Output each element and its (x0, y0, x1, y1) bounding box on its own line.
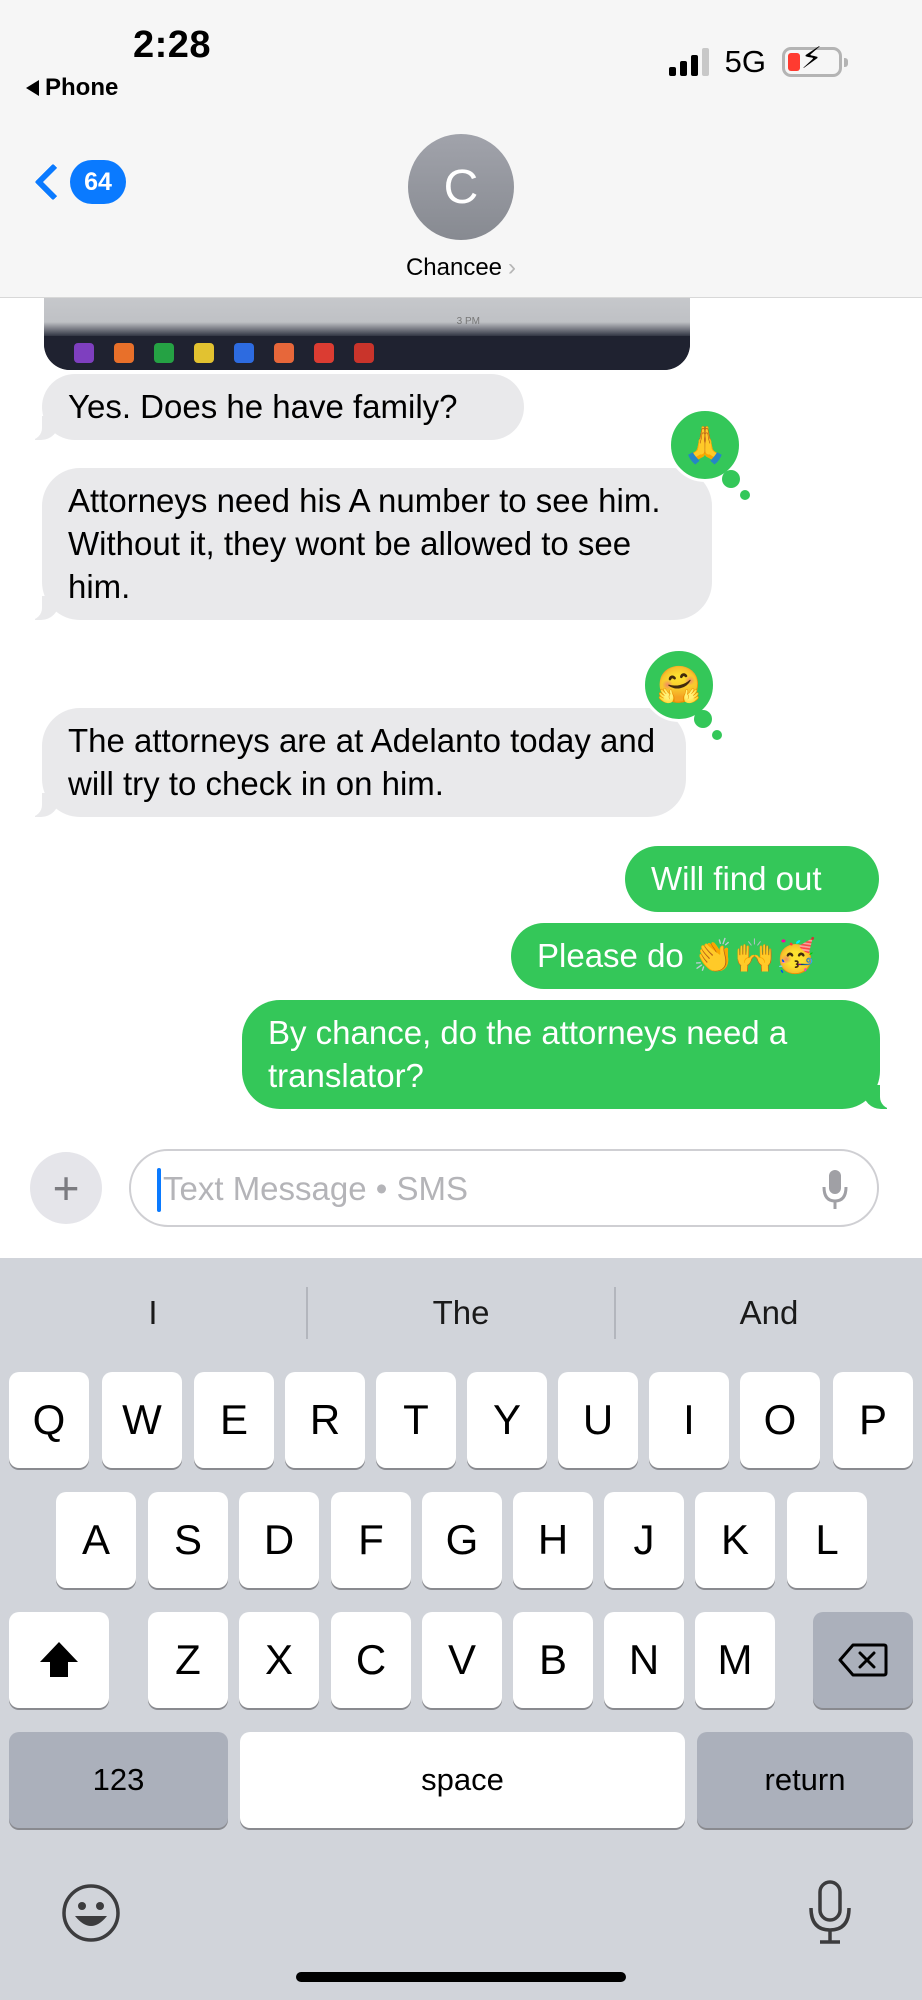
numbers-key[interactable]: 123 (9, 1732, 228, 1828)
tapback-tail (740, 490, 750, 500)
message-text: The attorneys are at Adelanto today and … (68, 722, 656, 802)
shift-key[interactable] (9, 1612, 109, 1708)
key-i[interactable]: I (649, 1372, 729, 1468)
chevron-left-icon (34, 163, 72, 201)
suggestion-1[interactable]: I (0, 1294, 306, 1332)
chevron-right-icon: › (508, 254, 517, 281)
key-b[interactable]: B (513, 1612, 593, 1708)
key-e[interactable]: E (194, 1372, 274, 1468)
key-o[interactable]: O (740, 1372, 820, 1468)
emoji-icon[interactable] (60, 1882, 122, 1944)
key-t[interactable]: T (376, 1372, 456, 1468)
message-input-field[interactable] (129, 1149, 879, 1227)
message-text: Yes. Does he have family? (68, 388, 458, 425)
message-bubble-outgoing[interactable]: Will find out (625, 846, 879, 912)
back-to-app-link[interactable]: Phone (26, 74, 118, 102)
key-x[interactable]: X (239, 1612, 319, 1708)
phone-back-icon (26, 80, 39, 96)
dictation-icon[interactable] (806, 1880, 854, 1946)
network-type: 5G (724, 44, 766, 79)
key-r[interactable]: R (285, 1372, 365, 1468)
message-text: Attorneys need his A number to see him. … (68, 482, 661, 605)
message-bubble-outgoing[interactable]: By chance, do the attorneys need a trans… (242, 1000, 892, 1109)
message-text: Please do 👏🙌🥳 (537, 937, 817, 974)
tapback-tail (722, 470, 740, 488)
key-n[interactable]: N (604, 1612, 684, 1708)
conversation-header: 2:28 Phone 5G ⚡ 64 C Chancee › (0, 0, 922, 298)
contact-name: Chancee (405, 254, 503, 281)
key-q[interactable]: Q (9, 1372, 89, 1468)
predictive-bar: I The And (0, 1258, 922, 1368)
key-m[interactable]: M (695, 1612, 775, 1708)
unread-count-badge: 64 (70, 160, 126, 204)
key-z[interactable]: Z (148, 1612, 228, 1708)
key-h[interactable]: H (513, 1492, 593, 1588)
key-j[interactable]: J (604, 1492, 684, 1588)
key-l[interactable]: L (787, 1492, 867, 1588)
space-key[interactable]: space (240, 1732, 685, 1828)
status-time: 2:28 (133, 24, 212, 66)
key-f[interactable]: F (331, 1492, 411, 1588)
plus-icon: + (52, 1162, 80, 1214)
message-text: Will find out (651, 860, 822, 897)
key-s[interactable]: S (148, 1492, 228, 1588)
status-indicators: 5G ⚡ (668, 44, 848, 80)
back-app-label: Phone (45, 74, 119, 101)
key-u[interactable]: U (558, 1372, 638, 1468)
key-p[interactable]: P (833, 1372, 913, 1468)
photo-taskbar (44, 336, 690, 370)
keyboard: I The And Q W E R T Y U I O P A S D F G … (0, 1258, 922, 2000)
shift-icon (40, 1642, 78, 1677)
add-attachment-button[interactable]: + (30, 1152, 102, 1224)
message-bubble-incoming[interactable]: Attorneys need his A number to see him. … (30, 468, 712, 620)
tapback-tail (712, 730, 722, 740)
contact-name-button[interactable]: Chancee › (0, 254, 922, 282)
key-a[interactable]: A (56, 1492, 136, 1588)
text-cursor (157, 1168, 161, 1212)
home-indicator[interactable] (296, 1972, 626, 1982)
hug-emoji-icon: 🤗 (656, 664, 702, 705)
message-bubble-incoming[interactable]: Yes. Does he have family? (30, 374, 524, 440)
key-d[interactable]: D (239, 1492, 319, 1588)
message-input[interactable] (163, 1163, 803, 1215)
message-bubble-incoming[interactable]: The attorneys are at Adelanto today and … (30, 708, 686, 817)
delete-key[interactable] (813, 1612, 913, 1708)
message-text: By chance, do the attorneys need a trans… (268, 1014, 788, 1094)
key-y[interactable]: Y (467, 1372, 547, 1468)
contact-avatar[interactable]: C (408, 134, 514, 240)
photo-clock-text: 3 PM (456, 316, 480, 327)
tapback-tail (694, 710, 712, 728)
suggestion-2[interactable]: The (308, 1294, 614, 1332)
key-w[interactable]: W (102, 1372, 182, 1468)
suggestion-3[interactable]: And (616, 1294, 922, 1332)
delete-icon (838, 1643, 888, 1677)
signal-icon (668, 48, 709, 76)
key-k[interactable]: K (695, 1492, 775, 1588)
return-key[interactable]: return (697, 1732, 913, 1828)
pray-emoji-icon: 🙏 (682, 424, 728, 465)
battery-icon: ⚡ (782, 44, 848, 77)
microphone-icon[interactable] (821, 1169, 849, 1211)
back-button[interactable]: 64 (32, 160, 126, 204)
key-v[interactable]: V (422, 1612, 502, 1708)
key-g[interactable]: G (422, 1492, 502, 1588)
message-bubble-outgoing[interactable]: Please do 👏🙌🥳 (511, 923, 879, 989)
key-c[interactable]: C (331, 1612, 411, 1708)
